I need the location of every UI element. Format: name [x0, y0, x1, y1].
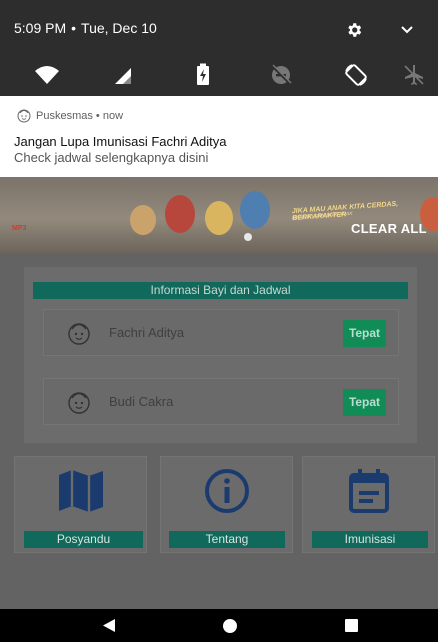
status-clock-date: 5:09 PM • Tue, Dec 10	[14, 20, 157, 36]
dnd-off-icon[interactable]	[268, 62, 294, 88]
notification-shade: 5:09 PM • Tue, Dec 10	[0, 0, 438, 96]
notification-card[interactable]: Puskesmas • now Jangan Lupa Imunisasi Fa…	[0, 96, 438, 177]
menu-label-tentang: Tentang	[169, 531, 285, 548]
banner-figure	[205, 201, 233, 235]
baby-face-icon	[68, 323, 90, 345]
menu-label-posyandu: Posyandu	[24, 531, 143, 548]
settings-gear-icon[interactable]	[345, 21, 363, 39]
notification-title: Jangan Lupa Imunisasi Fachri Aditya	[14, 134, 227, 149]
status-separator: •	[71, 20, 77, 36]
menu-label-imunisasi: Imunisasi	[312, 531, 428, 548]
banner-logo-text: MP3	[12, 225, 27, 232]
baby-card[interactable]: Budi Cakra Tepat	[43, 378, 399, 425]
airplane-mode-icon[interactable]	[401, 62, 427, 88]
signal-icon[interactable]	[113, 62, 139, 88]
back-button[interactable]	[102, 618, 116, 633]
panel-title: Informasi Bayi dan Jadwal	[33, 282, 408, 299]
baby-card[interactable]: Fachri Aditya Tepat	[43, 309, 399, 356]
notification-app-name: Puskesmas	[36, 110, 93, 122]
baby-face-icon	[17, 109, 31, 123]
banner-figure	[240, 191, 270, 229]
status-badge: Tepat	[343, 320, 386, 347]
banner-figure	[165, 195, 195, 233]
system-navigation-bar	[0, 609, 438, 642]
home-button[interactable]	[223, 619, 237, 633]
info-icon	[204, 469, 249, 513]
wifi-icon[interactable]	[34, 62, 60, 88]
auto-rotate-icon[interactable]	[343, 62, 369, 88]
recents-button[interactable]	[345, 619, 358, 632]
clear-all-button[interactable]: CLEAR ALL	[351, 221, 427, 236]
status-date: Tue, Dec 10	[81, 20, 157, 36]
battery-saver-icon[interactable]	[190, 62, 216, 88]
expand-chevron-icon[interactable]	[400, 25, 414, 35]
banner-figure	[130, 205, 156, 235]
status-badge: Tepat	[343, 389, 386, 416]
status-time: 5:09 PM	[14, 20, 67, 36]
map-icon	[58, 470, 103, 512]
baby-face-icon	[68, 392, 90, 414]
baby-name: Budi Cakra	[109, 394, 174, 409]
baby-name: Fachri Aditya	[109, 325, 185, 340]
notification-app-line: Puskesmas • now	[36, 110, 123, 122]
promo-banner-image: ​ MP3 JIKA MAU ANAK KITA CERDAS, BERKARA…	[0, 177, 438, 253]
notification-time: now	[102, 110, 124, 122]
notification-separator: •	[95, 110, 100, 122]
notification-body: Check jadwal selengkapnya disini	[14, 150, 209, 165]
calendar-icon	[348, 469, 389, 513]
quick-settings-row	[0, 56, 438, 96]
banner-pager-dot	[244, 233, 252, 241]
